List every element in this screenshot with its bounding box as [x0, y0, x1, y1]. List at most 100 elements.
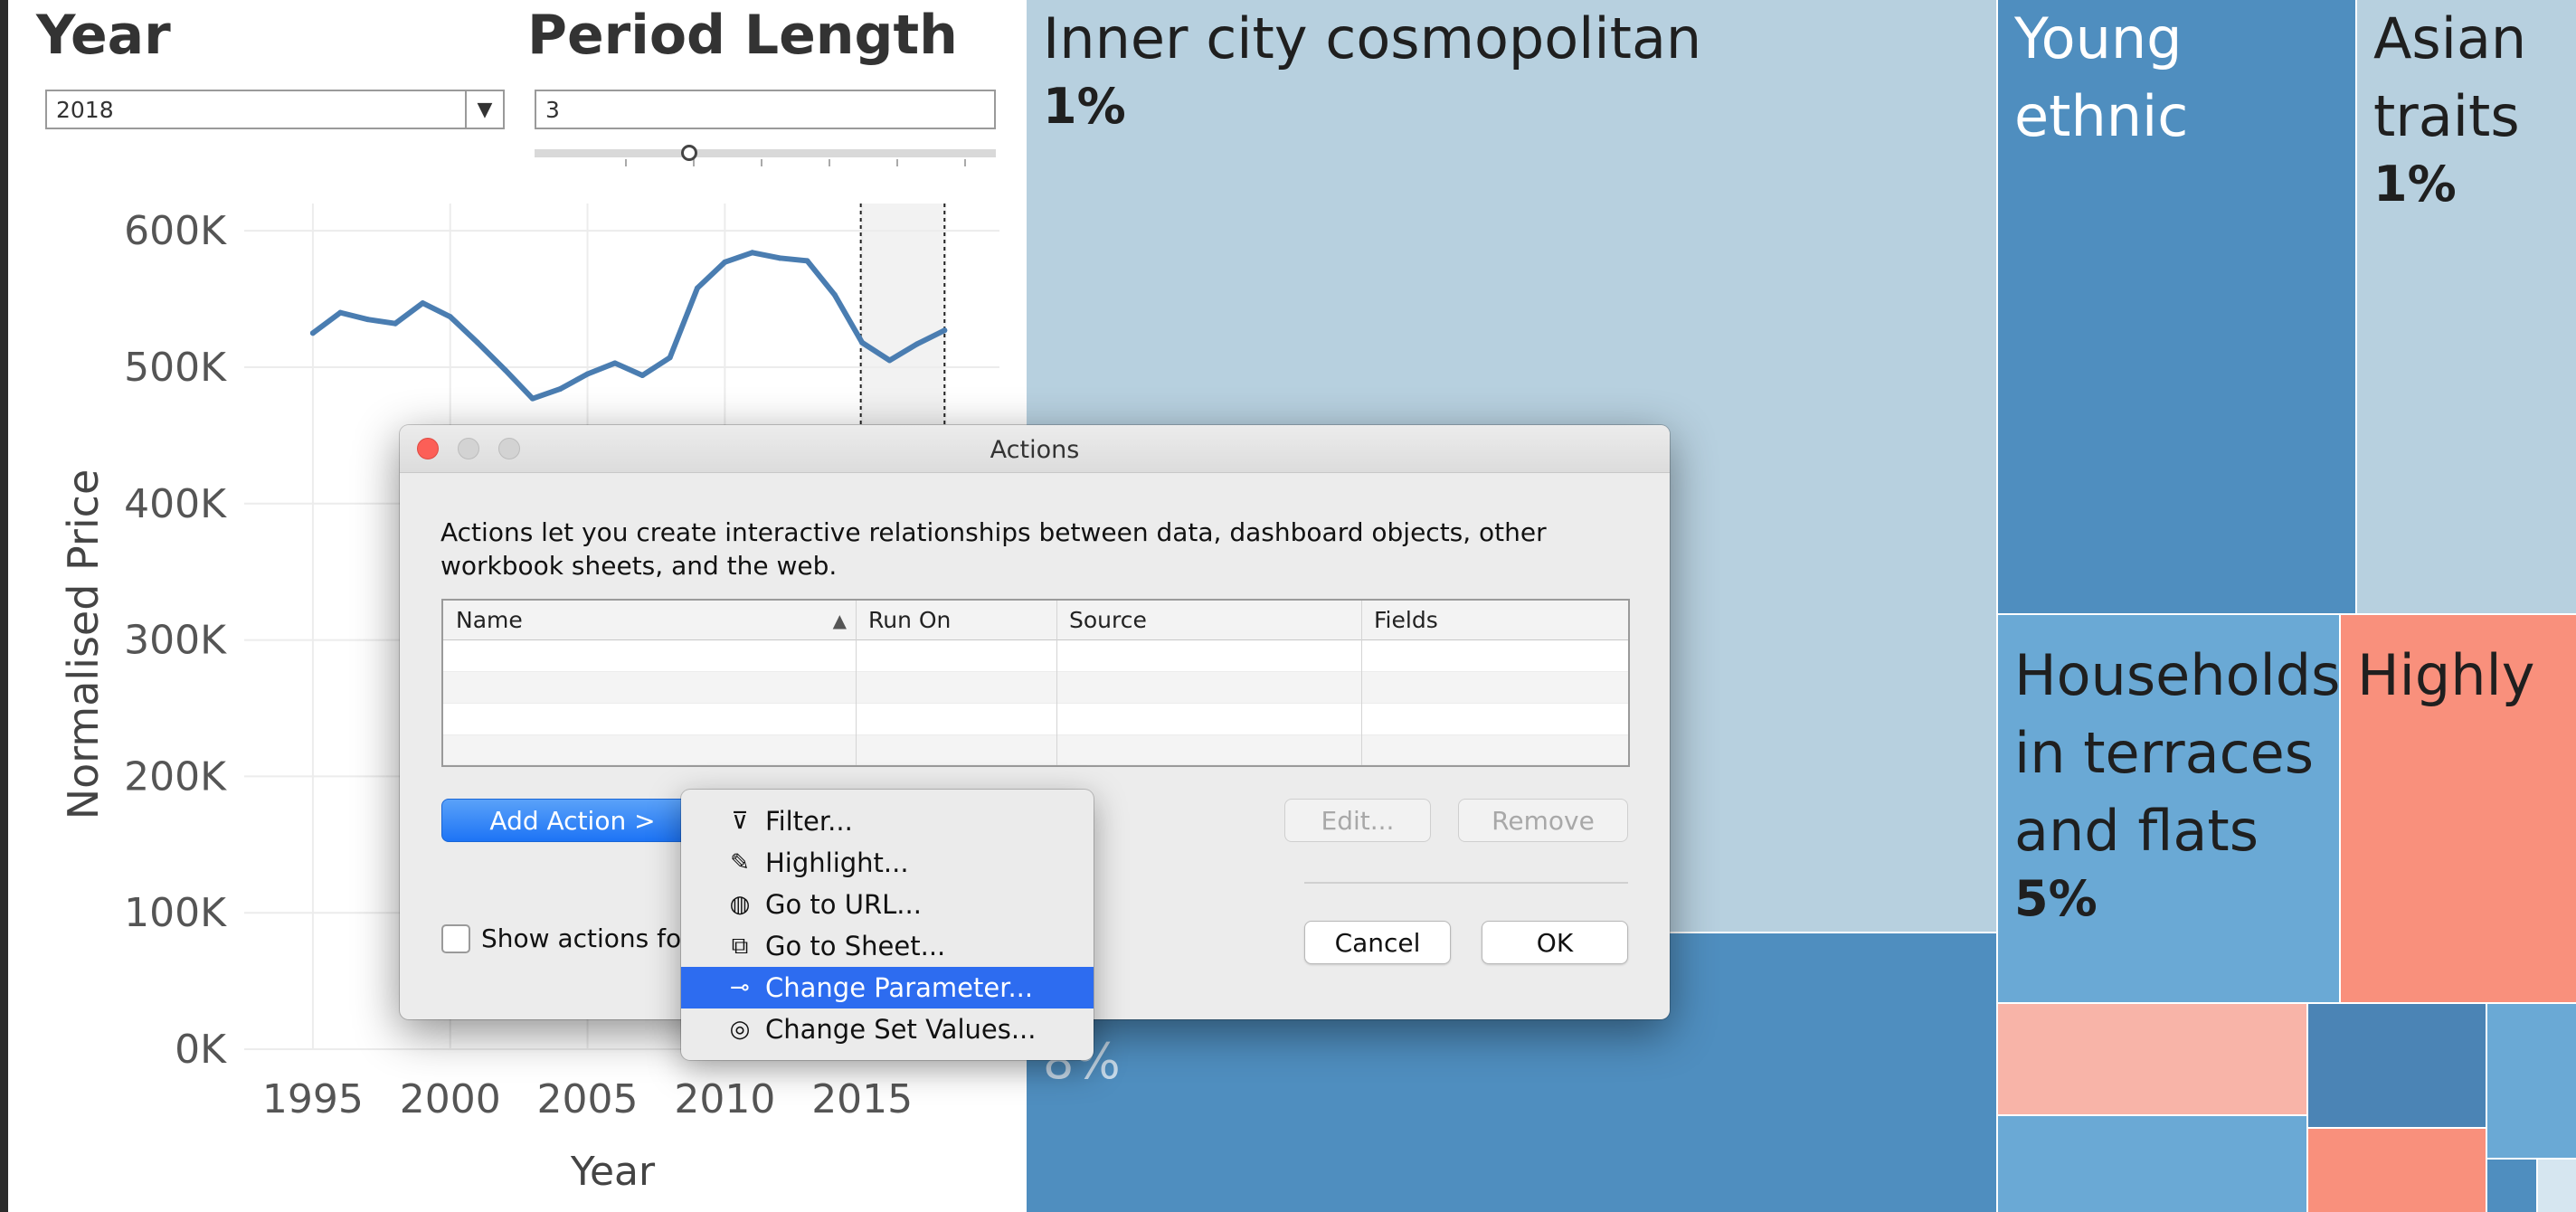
column-header-label: Source: [1069, 607, 1147, 633]
remove-button[interactable]: Remove: [1458, 799, 1628, 842]
table-row: [443, 640, 1628, 672]
column-header-run-on[interactable]: Run On: [856, 601, 1056, 640]
data-point: [777, 255, 783, 261]
column-header-label: Fields: [1374, 607, 1438, 633]
data-point: [886, 357, 893, 364]
data-point: [529, 395, 535, 402]
menu-item-go-to-sheet[interactable]: ⧉ Go to Sheet...: [681, 925, 1094, 967]
dialog-separator: [1304, 882, 1628, 884]
period-length-value: 3: [545, 97, 560, 123]
external-sheet-icon: ⧉: [731, 933, 749, 960]
treemap-cell-highly[interactable]: Highly: [2341, 615, 2576, 1002]
data-point: [420, 300, 426, 307]
data-point: [804, 258, 810, 264]
slider-tick: [625, 159, 627, 166]
treemap-cell-asian-traits[interactable]: Asian traits 1%: [2357, 0, 2576, 613]
data-point: [914, 341, 920, 347]
slider-tick: [896, 159, 898, 166]
x-axis-title: Year: [570, 1149, 656, 1195]
slider-tick: [761, 159, 762, 166]
treemap-cell-small[interactable]: [2538, 1160, 2576, 1212]
data-point: [695, 285, 700, 291]
data-point: [447, 314, 453, 320]
y-tick-label: 500K: [124, 345, 227, 391]
x-tick-label: 2010: [674, 1076, 775, 1122]
data-point: [475, 339, 481, 346]
chevron-down-icon[interactable]: ▼: [465, 91, 503, 128]
treemap-cell-small[interactable]: [2487, 1160, 2536, 1212]
treemap-label: Households in terraces and flats: [2014, 642, 2339, 864]
treemap-cell-households-terraces[interactable]: Households in terraces and flats 5%: [1998, 615, 2339, 1002]
period-length-input[interactable]: 3: [535, 90, 996, 129]
treemap-cell-small[interactable]: [1998, 1004, 2306, 1114]
data-point: [667, 355, 673, 361]
treemap-cell-young-ethnic[interactable]: Young ethnic: [1998, 0, 2355, 613]
slider-tick: [829, 159, 830, 166]
year-dropdown-value: 2018: [56, 97, 114, 123]
data-point: [557, 386, 564, 393]
y-tick-label: 0K: [175, 1027, 227, 1073]
y-tick-label: 600K: [124, 208, 227, 254]
menu-item-label: Go to Sheet...: [765, 931, 946, 961]
filter-icon: ⊽: [731, 808, 749, 835]
data-point: [393, 320, 398, 327]
year-dropdown[interactable]: 2018 ▼: [45, 90, 505, 129]
menu-item-change-parameter[interactable]: ⊸ Change Parameter...: [681, 967, 1094, 1008]
menu-item-highlight[interactable]: ✎ Highlight...: [681, 842, 1094, 884]
x-tick-label: 2000: [400, 1076, 501, 1122]
x-tick-label: 2015: [811, 1076, 913, 1122]
menu-item-label: Change Set Values...: [765, 1014, 1037, 1045]
x-tick-label: 2005: [537, 1076, 639, 1122]
y-tick-label: 100K: [124, 890, 227, 936]
menu-item-go-to-url[interactable]: ◍ Go to URL...: [681, 884, 1094, 925]
column-divider: [1056, 601, 1057, 765]
table-row: [443, 704, 1628, 735]
cancel-button[interactable]: Cancel: [1304, 921, 1451, 964]
table-row: [443, 735, 1628, 765]
treemap-label: Inner city cosmopolitan: [1043, 5, 1702, 71]
parameter-icon: ⊸: [730, 974, 750, 1001]
menu-item-filter[interactable]: ⊽ Filter...: [681, 800, 1094, 842]
treemap-percent: 5%: [2014, 870, 2098, 927]
edit-button[interactable]: Edit...: [1284, 799, 1431, 842]
show-actions-label: Show actions fo: [481, 923, 682, 953]
treemap-cell-small[interactable]: [2308, 1129, 2486, 1212]
show-actions-checkbox[interactable]: [441, 924, 470, 953]
ok-button[interactable]: OK: [1482, 921, 1628, 964]
treemap-cell-small[interactable]: [2487, 1004, 2576, 1158]
slider-thumb[interactable]: [681, 145, 698, 161]
data-point: [942, 327, 948, 334]
menu-item-label: Go to URL...: [765, 889, 922, 920]
data-point: [749, 250, 755, 256]
sort-ascending-icon: ▲: [832, 610, 847, 631]
highlight-pen-icon: ✎: [730, 849, 750, 876]
dialog-description: Actions let you create interactive relat…: [440, 517, 1547, 581]
data-point: [722, 259, 728, 265]
menu-item-change-set-values[interactable]: ◎ Change Set Values...: [681, 1008, 1094, 1050]
set-values-icon: ◎: [729, 1016, 751, 1043]
column-header-name[interactable]: Name ▲: [443, 601, 856, 640]
slider-tick: [693, 159, 695, 166]
globe-icon: ◍: [729, 891, 751, 918]
y-tick-label: 200K: [124, 753, 227, 800]
menu-item-label: Filter...: [765, 806, 853, 837]
data-point: [639, 373, 646, 379]
treemap-cell-small[interactable]: [1998, 1116, 2306, 1212]
add-action-button[interactable]: Add Action >: [441, 799, 704, 842]
menu-item-label: Change Parameter...: [765, 972, 1034, 1003]
data-point: [831, 292, 838, 298]
treemap-label: Asian traits: [2373, 5, 2527, 149]
actions-table[interactable]: Name ▲ Run On Source Fields: [441, 599, 1630, 767]
year-param-title: Year: [36, 4, 171, 67]
slider-track: [535, 149, 996, 157]
data-point: [365, 317, 371, 323]
column-header-label: Run On: [868, 607, 952, 633]
slider-tick: [964, 159, 966, 166]
column-header-fields[interactable]: Fields: [1361, 601, 1628, 640]
period-length-slider[interactable]: [535, 145, 996, 172]
series-line: [309, 250, 948, 402]
y-tick-label: 300K: [124, 618, 227, 664]
column-header-source[interactable]: Source: [1056, 601, 1361, 640]
dialog-title: Actions: [990, 436, 1080, 464]
treemap-cell-small[interactable]: [2308, 1004, 2486, 1127]
